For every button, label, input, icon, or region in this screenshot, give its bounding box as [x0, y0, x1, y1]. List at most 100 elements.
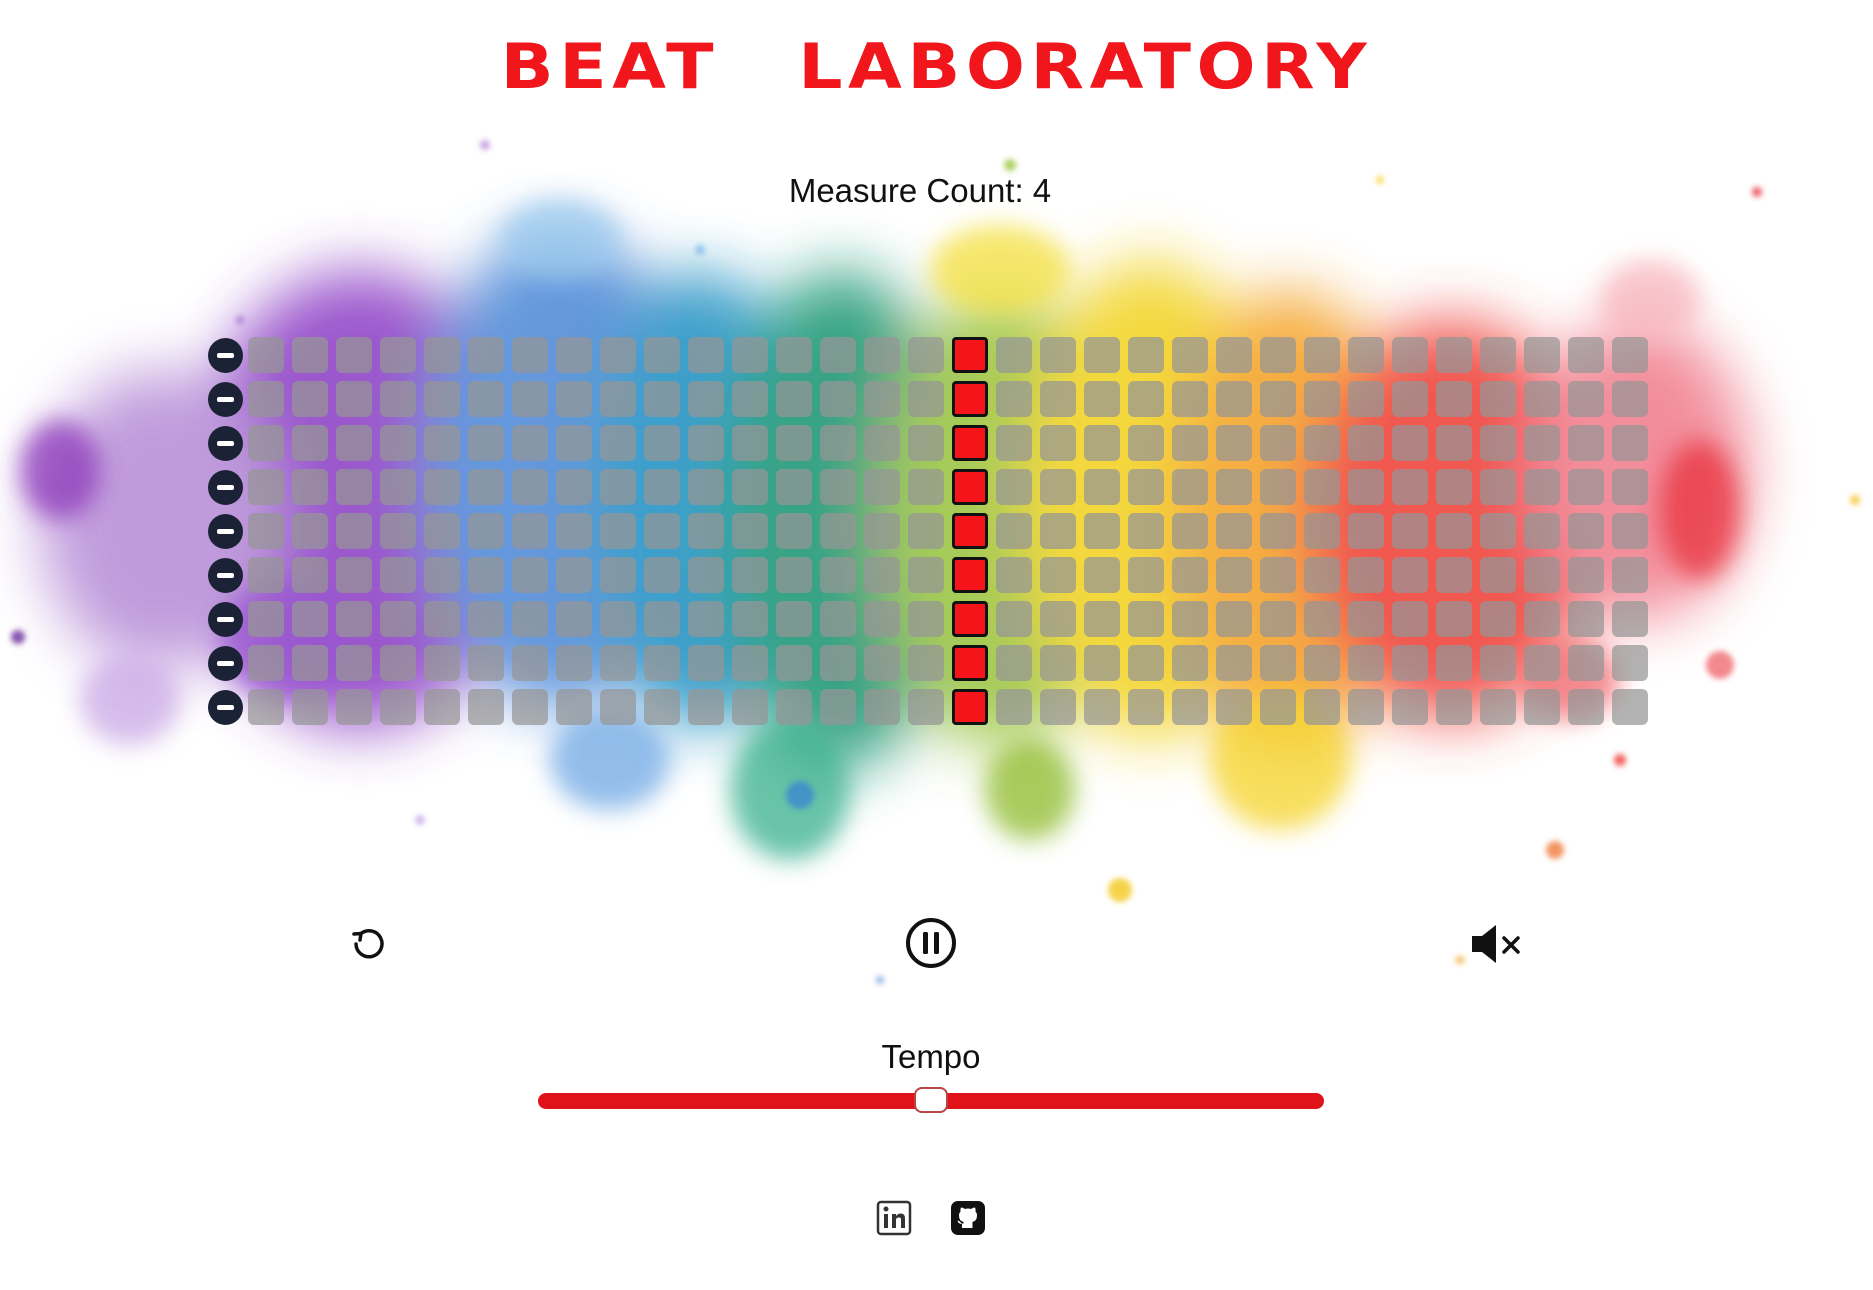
- beat-cell[interactable]: [644, 601, 680, 637]
- beat-cell[interactable]: [468, 513, 504, 549]
- beat-cell[interactable]: [732, 425, 768, 461]
- beat-cell[interactable]: [732, 381, 768, 417]
- beat-cell[interactable]: [688, 513, 724, 549]
- beat-cell[interactable]: [248, 337, 284, 373]
- beat-cell[interactable]: [1436, 381, 1472, 417]
- beat-cell[interactable]: [996, 513, 1032, 549]
- beat-cell[interactable]: [1480, 425, 1516, 461]
- beat-cell[interactable]: [600, 381, 636, 417]
- beat-cell[interactable]: [424, 601, 460, 637]
- beat-cell[interactable]: [688, 337, 724, 373]
- beat-cell[interactable]: [336, 557, 372, 593]
- beat-cell[interactable]: [1084, 337, 1120, 373]
- beat-cell[interactable]: [380, 469, 416, 505]
- beat-cell[interactable]: [996, 381, 1032, 417]
- beat-cell[interactable]: [644, 381, 680, 417]
- beat-cell[interactable]: [292, 557, 328, 593]
- beat-cell[interactable]: [1392, 469, 1428, 505]
- beat-cell[interactable]: [1524, 601, 1560, 637]
- beat-cell[interactable]: [556, 381, 592, 417]
- beat-cell-current-step[interactable]: [952, 513, 988, 549]
- beat-cell[interactable]: [1040, 557, 1076, 593]
- beat-cell[interactable]: [1568, 601, 1604, 637]
- beat-cell[interactable]: [1436, 337, 1472, 373]
- beat-cell[interactable]: [864, 381, 900, 417]
- beat-cell[interactable]: [1568, 469, 1604, 505]
- beat-cell[interactable]: [1524, 557, 1560, 593]
- beat-cell-current-step[interactable]: [952, 645, 988, 681]
- beat-cell[interactable]: [424, 425, 460, 461]
- beat-cell[interactable]: [644, 557, 680, 593]
- beat-cell[interactable]: [1392, 425, 1428, 461]
- beat-cell[interactable]: [1260, 381, 1296, 417]
- beat-cell[interactable]: [1392, 601, 1428, 637]
- beat-cell[interactable]: [512, 557, 548, 593]
- beat-cell[interactable]: [776, 513, 812, 549]
- beat-cell[interactable]: [1216, 381, 1252, 417]
- beat-cell[interactable]: [1436, 469, 1472, 505]
- beat-cell[interactable]: [1348, 689, 1384, 725]
- beat-cell[interactable]: [644, 425, 680, 461]
- beat-cell[interactable]: [600, 601, 636, 637]
- beat-cell[interactable]: [424, 337, 460, 373]
- beat-cell[interactable]: [1524, 689, 1560, 725]
- beat-cell[interactable]: [1216, 425, 1252, 461]
- beat-cell[interactable]: [1524, 381, 1560, 417]
- beat-cell[interactable]: [864, 557, 900, 593]
- beat-cell[interactable]: [1084, 645, 1120, 681]
- beat-cell[interactable]: [468, 557, 504, 593]
- beat-cell[interactable]: [512, 381, 548, 417]
- beat-cell[interactable]: [908, 381, 944, 417]
- remove-row-button[interactable]: [208, 381, 243, 417]
- remove-row-button[interactable]: [208, 645, 243, 681]
- beat-cell-current-step[interactable]: [952, 337, 988, 373]
- beat-cell[interactable]: [776, 425, 812, 461]
- beat-cell[interactable]: [600, 645, 636, 681]
- beat-cell[interactable]: [1260, 557, 1296, 593]
- beat-cell[interactable]: [996, 601, 1032, 637]
- beat-cell-current-step[interactable]: [952, 381, 988, 417]
- beat-cell[interactable]: [1172, 469, 1208, 505]
- beat-cell[interactable]: [1172, 645, 1208, 681]
- beat-cell[interactable]: [1040, 337, 1076, 373]
- beat-cell[interactable]: [776, 469, 812, 505]
- beat-cell[interactable]: [336, 337, 372, 373]
- beat-cell[interactable]: [556, 689, 592, 725]
- beat-cell[interactable]: [732, 513, 768, 549]
- beat-cell[interactable]: [556, 337, 592, 373]
- beat-cell[interactable]: [820, 425, 856, 461]
- beat-cell[interactable]: [1304, 557, 1340, 593]
- beat-cell[interactable]: [1480, 381, 1516, 417]
- remove-row-button[interactable]: [208, 469, 243, 505]
- beat-cell[interactable]: [468, 645, 504, 681]
- beat-cell[interactable]: [292, 513, 328, 549]
- beat-cell[interactable]: [732, 337, 768, 373]
- beat-cell[interactable]: [424, 381, 460, 417]
- beat-cell[interactable]: [424, 469, 460, 505]
- beat-cell[interactable]: [1612, 689, 1648, 725]
- beat-cell[interactable]: [1480, 689, 1516, 725]
- beat-cell[interactable]: [688, 601, 724, 637]
- beat-cell[interactable]: [908, 689, 944, 725]
- beat-cell[interactable]: [776, 557, 812, 593]
- beat-cell[interactable]: [336, 645, 372, 681]
- beat-cell[interactable]: [688, 425, 724, 461]
- beat-cell[interactable]: [380, 601, 416, 637]
- beat-cell[interactable]: [820, 381, 856, 417]
- beat-cell[interactable]: [1172, 689, 1208, 725]
- beat-cell[interactable]: [1172, 601, 1208, 637]
- beat-cell[interactable]: [556, 557, 592, 593]
- beat-cell[interactable]: [292, 645, 328, 681]
- beat-cell[interactable]: [908, 425, 944, 461]
- beat-cell[interactable]: [1612, 381, 1648, 417]
- beat-cell[interactable]: [292, 601, 328, 637]
- beat-cell[interactable]: [864, 513, 900, 549]
- beat-cell[interactable]: [1216, 557, 1252, 593]
- beat-cell[interactable]: [1436, 601, 1472, 637]
- beat-cell[interactable]: [1304, 425, 1340, 461]
- beat-cell[interactable]: [1128, 645, 1164, 681]
- beat-cell[interactable]: [776, 645, 812, 681]
- beat-cell[interactable]: [1392, 513, 1428, 549]
- beat-cell[interactable]: [688, 645, 724, 681]
- beat-cell[interactable]: [380, 381, 416, 417]
